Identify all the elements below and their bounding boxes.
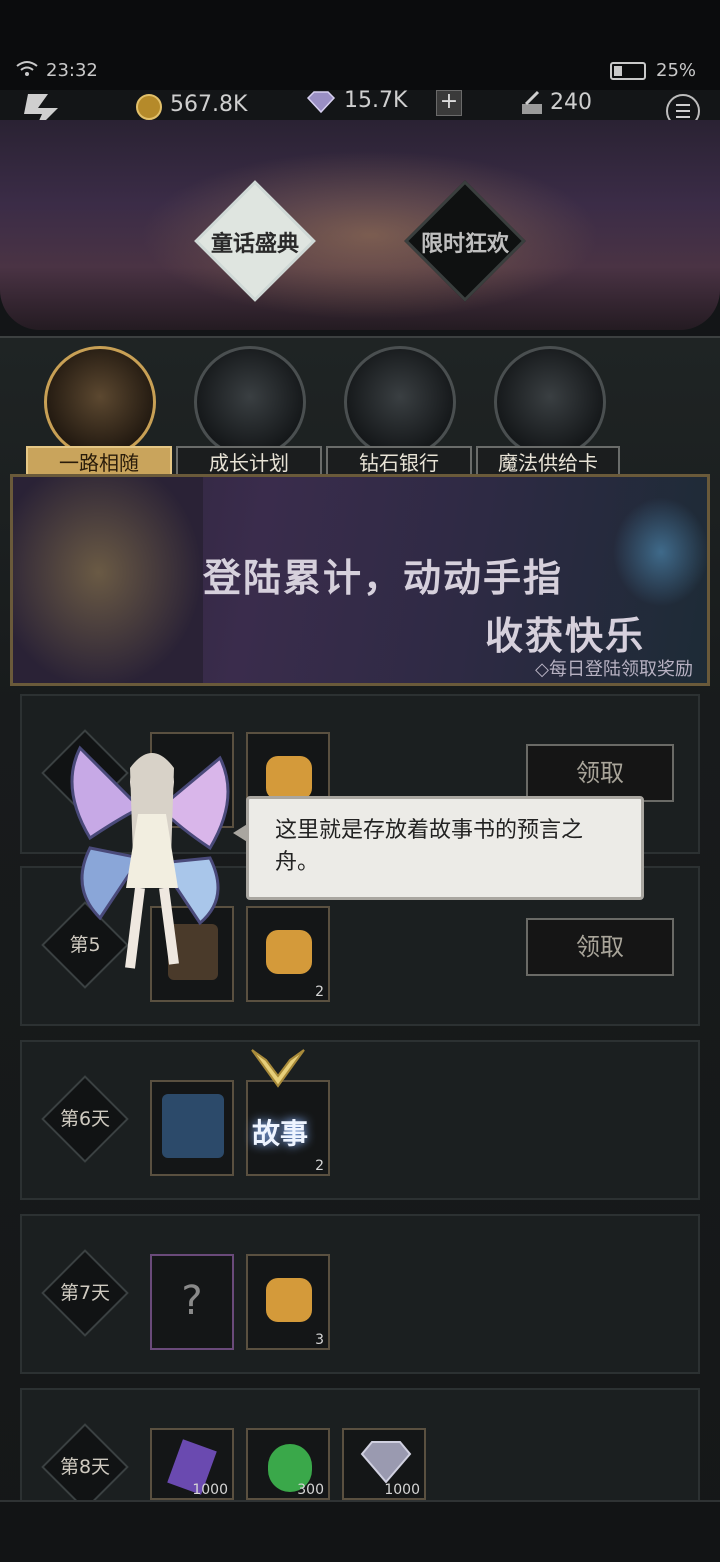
category-growth-plan[interactable]: 成长计划: [176, 346, 326, 486]
category-label: 钻石银行: [326, 446, 472, 476]
cat-character-art: [613, 497, 707, 607]
energy-amount: 240: [550, 90, 592, 115]
tab-label: 限时狂欢: [420, 232, 509, 257]
battery-icon: [610, 62, 646, 80]
gem-amount: 15.7K: [344, 88, 408, 113]
event-header: 童话盛典 限时狂欢: [0, 120, 720, 330]
day-badge: 第6天: [40, 1074, 130, 1164]
wifi-icon: [16, 60, 38, 82]
gold-coin-icon: [136, 94, 162, 120]
gem-icon: [306, 90, 336, 118]
reward-item[interactable]: 3: [246, 1254, 330, 1350]
cape-icon: [162, 1094, 224, 1158]
fairy-character: [60, 728, 240, 988]
claim-button[interactable]: 领取: [526, 744, 674, 802]
status-bar: 23:32 25%: [0, 0, 720, 90]
tab-label: 童话盛典: [210, 232, 299, 257]
treasure-chest-icon: [344, 346, 456, 458]
reward-item[interactable]: 300: [246, 1428, 330, 1500]
reward-item[interactable]: 1000: [150, 1428, 234, 1500]
dialog-bubble[interactable]: 这里就是存放着故事书的预言之舟。: [233, 796, 644, 900]
reward-item[interactable]: [150, 1080, 234, 1176]
gold-amount: 567.8K: [170, 92, 248, 117]
tab-fairytale-festival[interactable]: 童话盛典: [190, 176, 320, 306]
category-label: 成长计划: [176, 446, 322, 476]
tab-limited-carnival[interactable]: 限时狂欢: [400, 176, 530, 306]
category-label: 一路相随: [26, 446, 172, 476]
add-gems-icon[interactable]: +: [436, 90, 462, 116]
banner-subtitle: ◇每日登陆领取奖励: [535, 659, 693, 680]
energy-icon: [518, 90, 546, 122]
question-mark-icon: ?: [181, 1278, 203, 1324]
promo-banner: 登陆累计，动动手指 收获快乐 ◇每日登陆领取奖励: [10, 474, 710, 686]
diamond-icon: [360, 1440, 412, 1488]
magic-card-icon: [494, 346, 606, 458]
category-magic-supply-card[interactable]: 魔法供给卡: [476, 346, 626, 486]
clock: 23:32: [46, 60, 98, 81]
day-badge: 第7天: [40, 1248, 130, 1338]
reward-item[interactable]: ?: [150, 1254, 234, 1350]
story-label: 故事: [252, 1117, 309, 1150]
category-accompany[interactable]: 一路相随: [26, 346, 176, 486]
banner-title: 登陆累计，动动手指: [203, 556, 564, 600]
category-label: 魔法供给卡: [476, 446, 620, 476]
scroll-icon: [44, 346, 156, 458]
reward-item[interactable]: 1000: [342, 1428, 426, 1500]
chart-scroll-icon: [194, 346, 306, 458]
category-diamond-bank[interactable]: 钻石银行: [326, 346, 476, 486]
reward-item[interactable]: 2: [246, 906, 330, 1002]
character-art: [13, 477, 203, 683]
dialog-text: 这里就是存放着故事书的预言之舟。: [275, 818, 584, 875]
banner-title-2: 收获快乐: [485, 614, 646, 658]
story-icon: [250, 1046, 306, 1094]
sun-stone-icon: [266, 1278, 312, 1322]
battery-level: 25%: [656, 60, 697, 81]
claim-button[interactable]: 领取: [526, 918, 674, 976]
bottom-bar: [0, 1500, 720, 1562]
sun-stone-icon: [266, 930, 312, 974]
sun-stone-icon: [266, 756, 312, 800]
day-badge: 第8天: [40, 1422, 130, 1512]
